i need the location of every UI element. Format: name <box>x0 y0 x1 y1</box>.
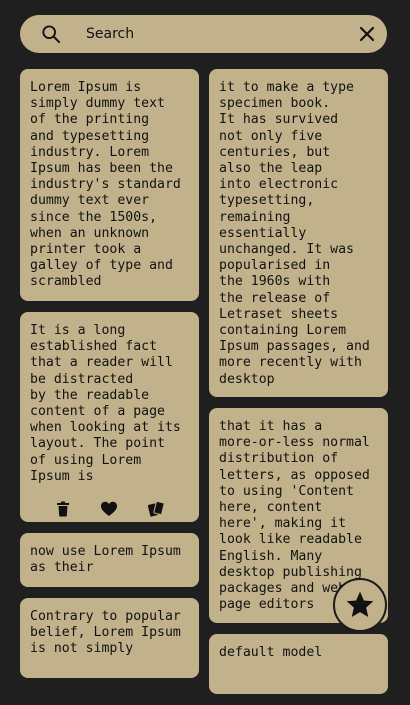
close-icon[interactable] <box>359 26 375 42</box>
note-text: now use Lorem Ipsum as their <box>30 544 181 576</box>
note-text: Contrary to popular belief, Lorem Ipsum … <box>30 609 181 657</box>
search-input[interactable] <box>86 23 356 45</box>
heart-icon[interactable] <box>100 500 118 518</box>
note-card[interactable]: Contrary to popular belief, Lorem Ipsum … <box>20 598 199 678</box>
star-icon <box>346 591 374 617</box>
favorites-fab-button[interactable] <box>333 578 387 632</box>
note-card[interactable]: default model <box>209 634 388 694</box>
note-card[interactable]: Lorem Ipsum is simply dummy text of the … <box>20 69 199 301</box>
cards-icon[interactable] <box>147 500 165 518</box>
note-text: it to make a type specimen book. It has … <box>219 80 370 387</box>
notes-column-left: Lorem Ipsum is simply dummy text of the … <box>20 69 199 689</box>
note-card[interactable]: now use Lorem Ipsum as their <box>20 533 199 587</box>
note-text: default model <box>219 645 323 660</box>
note-text: It is a long established fact that a rea… <box>30 323 181 484</box>
note-card[interactable]: It is a long established fact that a rea… <box>20 312 199 522</box>
note-card[interactable]: it to make a type specimen book. It has … <box>209 69 388 397</box>
note-actions <box>30 485 189 520</box>
search-icon <box>42 25 60 43</box>
note-text: Lorem Ipsum is simply dummy text of the … <box>30 80 181 290</box>
search-bar[interactable] <box>20 15 387 53</box>
trash-icon[interactable] <box>54 500 72 518</box>
